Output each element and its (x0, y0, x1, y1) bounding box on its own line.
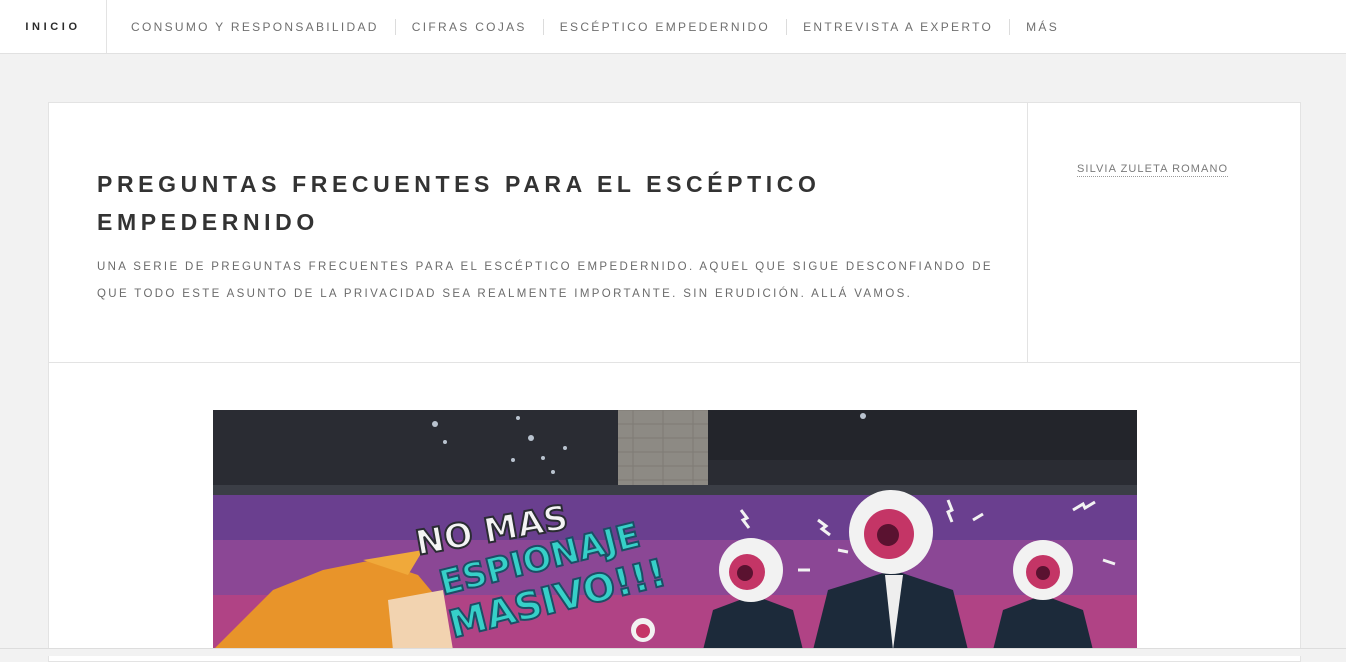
article-subtitle: UNA SERIE DE PREGUNTAS FRECUENTES PARA E… (97, 261, 993, 300)
page-title: PREGUNTAS FRECUENTES PARA EL ESCÉPTICO E… (97, 171, 821, 235)
hero-image: NO MAS ESPIONAJE MASIVO!!! (213, 410, 1137, 650)
article-card: PREGUNTAS FRECUENTES PARA EL ESCÉPTICO E… (48, 102, 1301, 662)
top-navigation: INICIO CONSUMO Y RESPONSABILIDAD CIFRAS … (0, 0, 1346, 54)
nav-item-entrevista[interactable]: ENTREVISTA A EXPERTO (786, 18, 1009, 35)
article-header-main: PREGUNTAS FRECUENTES PARA EL ESCÉPTICO E… (49, 103, 1028, 362)
nav-item-consumo[interactable]: CONSUMO Y RESPONSABILIDAD (107, 19, 395, 35)
article-header: PREGUNTAS FRECUENTES PARA EL ESCÉPTICO E… (49, 103, 1300, 363)
nav-home-link[interactable]: INICIO (0, 0, 107, 53)
nav-item-mas[interactable]: MÁS (1009, 18, 1075, 35)
graffiti-mural-illustration: NO MAS ESPIONAJE MASIVO!!! (213, 410, 1137, 650)
author-link[interactable]: SILVIA ZULETA ROMANO (1077, 163, 1229, 177)
nav-item-esceptico[interactable]: ESCÉPTICO EMPEDERNIDO (542, 18, 786, 35)
nav-item-cifras[interactable]: CIFRAS COJAS (394, 18, 543, 35)
nav-menu: CONSUMO Y RESPONSABILIDAD CIFRAS COJAS E… (107, 0, 1075, 53)
